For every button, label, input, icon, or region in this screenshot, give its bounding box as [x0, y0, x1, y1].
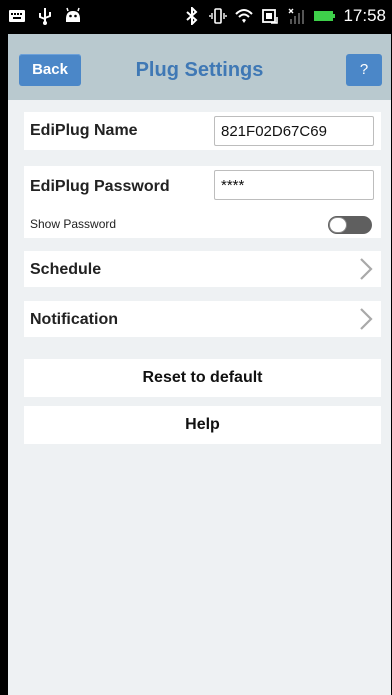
ediplug-password-label: EdiPlug Password	[30, 178, 170, 195]
wifi-icon	[235, 9, 254, 23]
notification-label: Notification	[30, 311, 118, 328]
android-icon	[66, 7, 80, 22]
help-button[interactable]: Help	[24, 406, 381, 444]
schedule-label: Schedule	[30, 261, 102, 278]
status-time: 17:58	[343, 6, 386, 25]
schedule-row[interactable]: Schedule	[24, 251, 381, 287]
ediplug-password-row: EdiPlug Password Show Password	[24, 166, 381, 238]
battery-icon	[314, 11, 336, 21]
help-icon-button[interactable]: ?	[346, 54, 382, 86]
show-password-label: Show Password	[30, 217, 117, 231]
status-bar: 17:58	[0, 0, 392, 34]
signal-icon	[288, 8, 305, 24]
chevron-right-icon	[360, 308, 373, 330]
data-sync-icon	[262, 9, 279, 24]
show-password-toggle[interactable]	[328, 216, 372, 234]
toggle-knob	[329, 217, 347, 233]
chevron-right-icon	[360, 258, 373, 280]
notification-row[interactable]: Notification	[24, 301, 381, 337]
ediplug-password-field[interactable]	[214, 170, 374, 200]
reset-to-default-button[interactable]: Reset to default	[24, 359, 381, 397]
header-bar: Plug Settings Back ?	[8, 34, 391, 100]
bluetooth-icon	[186, 7, 198, 25]
ediplug-name-label: EdiPlug Name	[30, 122, 138, 139]
app-screen: Plug Settings Back ? EdiPlug Name EdiPlu…	[8, 34, 391, 695]
ediplug-name-row: EdiPlug Name	[24, 112, 381, 150]
vibrate-icon	[209, 8, 228, 24]
back-button[interactable]: Back	[19, 54, 81, 86]
keyboard-icon	[9, 10, 25, 22]
ediplug-name-field[interactable]	[214, 116, 374, 146]
usb-icon	[39, 8, 51, 25]
